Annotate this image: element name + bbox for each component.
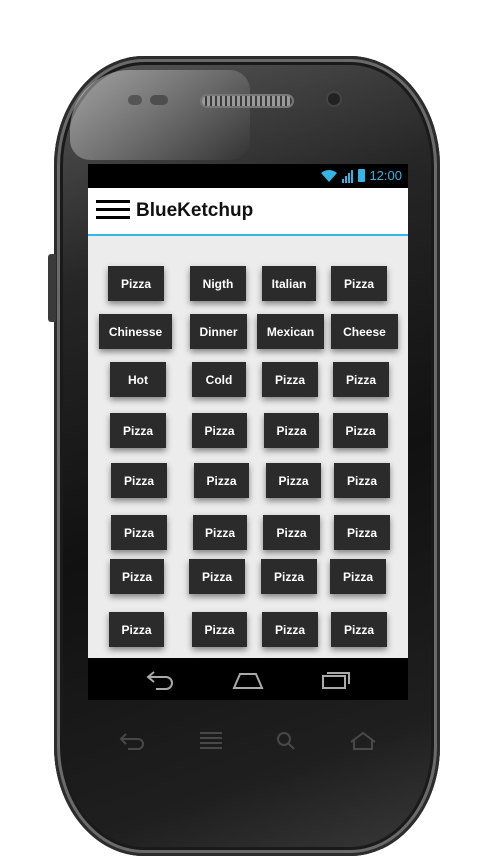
back-icon[interactable] <box>144 668 176 690</box>
grid-button[interactable]: Pizza <box>333 362 389 397</box>
grid-button[interactable]: Pizza <box>192 413 247 448</box>
grid-button[interactable]: Pizza <box>111 463 167 498</box>
grid-button[interactable]: Pizza <box>333 413 388 448</box>
wifi-icon <box>321 169 338 182</box>
grid-button[interactable]: Pizza <box>262 612 318 647</box>
device-screen: 12:00 BlueKetchup Pizza Nigth Italian Pizza… <box>88 164 408 700</box>
recents-icon[interactable] <box>320 668 352 690</box>
grid-button[interactable]: Pizza <box>261 559 317 594</box>
status-bar: 12:00 <box>88 164 408 188</box>
battery-icon <box>358 169 366 182</box>
proximity-sensor <box>128 95 142 105</box>
grid-button[interactable]: Pizza <box>263 515 320 550</box>
search-key-icon[interactable] <box>272 730 302 752</box>
action-bar: BlueKetchup <box>88 188 408 236</box>
grid-button[interactable]: Pizza <box>110 559 164 594</box>
grid-button[interactable]: Pizza <box>331 266 387 301</box>
grid-button[interactable]: Pizza <box>330 559 386 594</box>
grid-button[interactable]: Pizza <box>264 413 319 448</box>
grid-button[interactable]: Dinner <box>190 314 247 349</box>
grid-button[interactable]: Nigth <box>190 266 246 301</box>
grid-button[interactable]: Pizza <box>334 463 390 498</box>
hamburger-menu-icon[interactable] <box>96 200 130 222</box>
grid-button[interactable]: Pizza <box>110 413 166 448</box>
grid-button[interactable]: Pizza <box>266 463 321 498</box>
grid-button[interactable]: Pizza <box>334 515 390 550</box>
grid-button[interactable]: Pizza <box>109 612 164 647</box>
signal-icon <box>342 169 354 183</box>
volume-button <box>48 254 56 322</box>
grid-button[interactable]: Italian <box>262 266 316 301</box>
home-key-icon[interactable] <box>348 730 378 752</box>
grid-button[interactable]: Cheese <box>331 314 398 349</box>
grid-button[interactable]: Hot <box>110 362 166 397</box>
phone-glare <box>70 70 250 160</box>
earpiece-speaker <box>200 94 294 108</box>
grid-button[interactable]: Pizza <box>111 515 167 550</box>
light-sensor <box>150 95 168 105</box>
home-icon[interactable] <box>232 668 264 690</box>
grid-button[interactable]: Pizza <box>194 463 249 498</box>
app-title: BlueKetchup <box>136 200 254 221</box>
back-key-icon[interactable] <box>118 730 148 752</box>
grid-button[interactable]: Pizza <box>331 612 387 647</box>
grid-button[interactable]: Pizza <box>262 362 318 397</box>
front-camera <box>326 91 342 107</box>
grid-button[interactable]: Mexican <box>257 314 324 349</box>
grid-button[interactable]: Pizza <box>192 612 247 647</box>
button-grid: Pizza Nigth Italian Pizza Chinesse Dinner Mexi… <box>88 236 408 658</box>
grid-button[interactable]: Pizza <box>189 559 245 594</box>
navigation-bar <box>88 658 408 700</box>
grid-button[interactable]: Pizza <box>108 266 164 301</box>
grid-button[interactable]: Cold <box>192 362 246 397</box>
status-clock: 12:00 <box>369 168 402 183</box>
grid-button[interactable]: Pizza <box>193 515 247 550</box>
menu-key-icon[interactable] <box>196 730 226 752</box>
grid-button[interactable]: Chinesse <box>99 314 172 349</box>
